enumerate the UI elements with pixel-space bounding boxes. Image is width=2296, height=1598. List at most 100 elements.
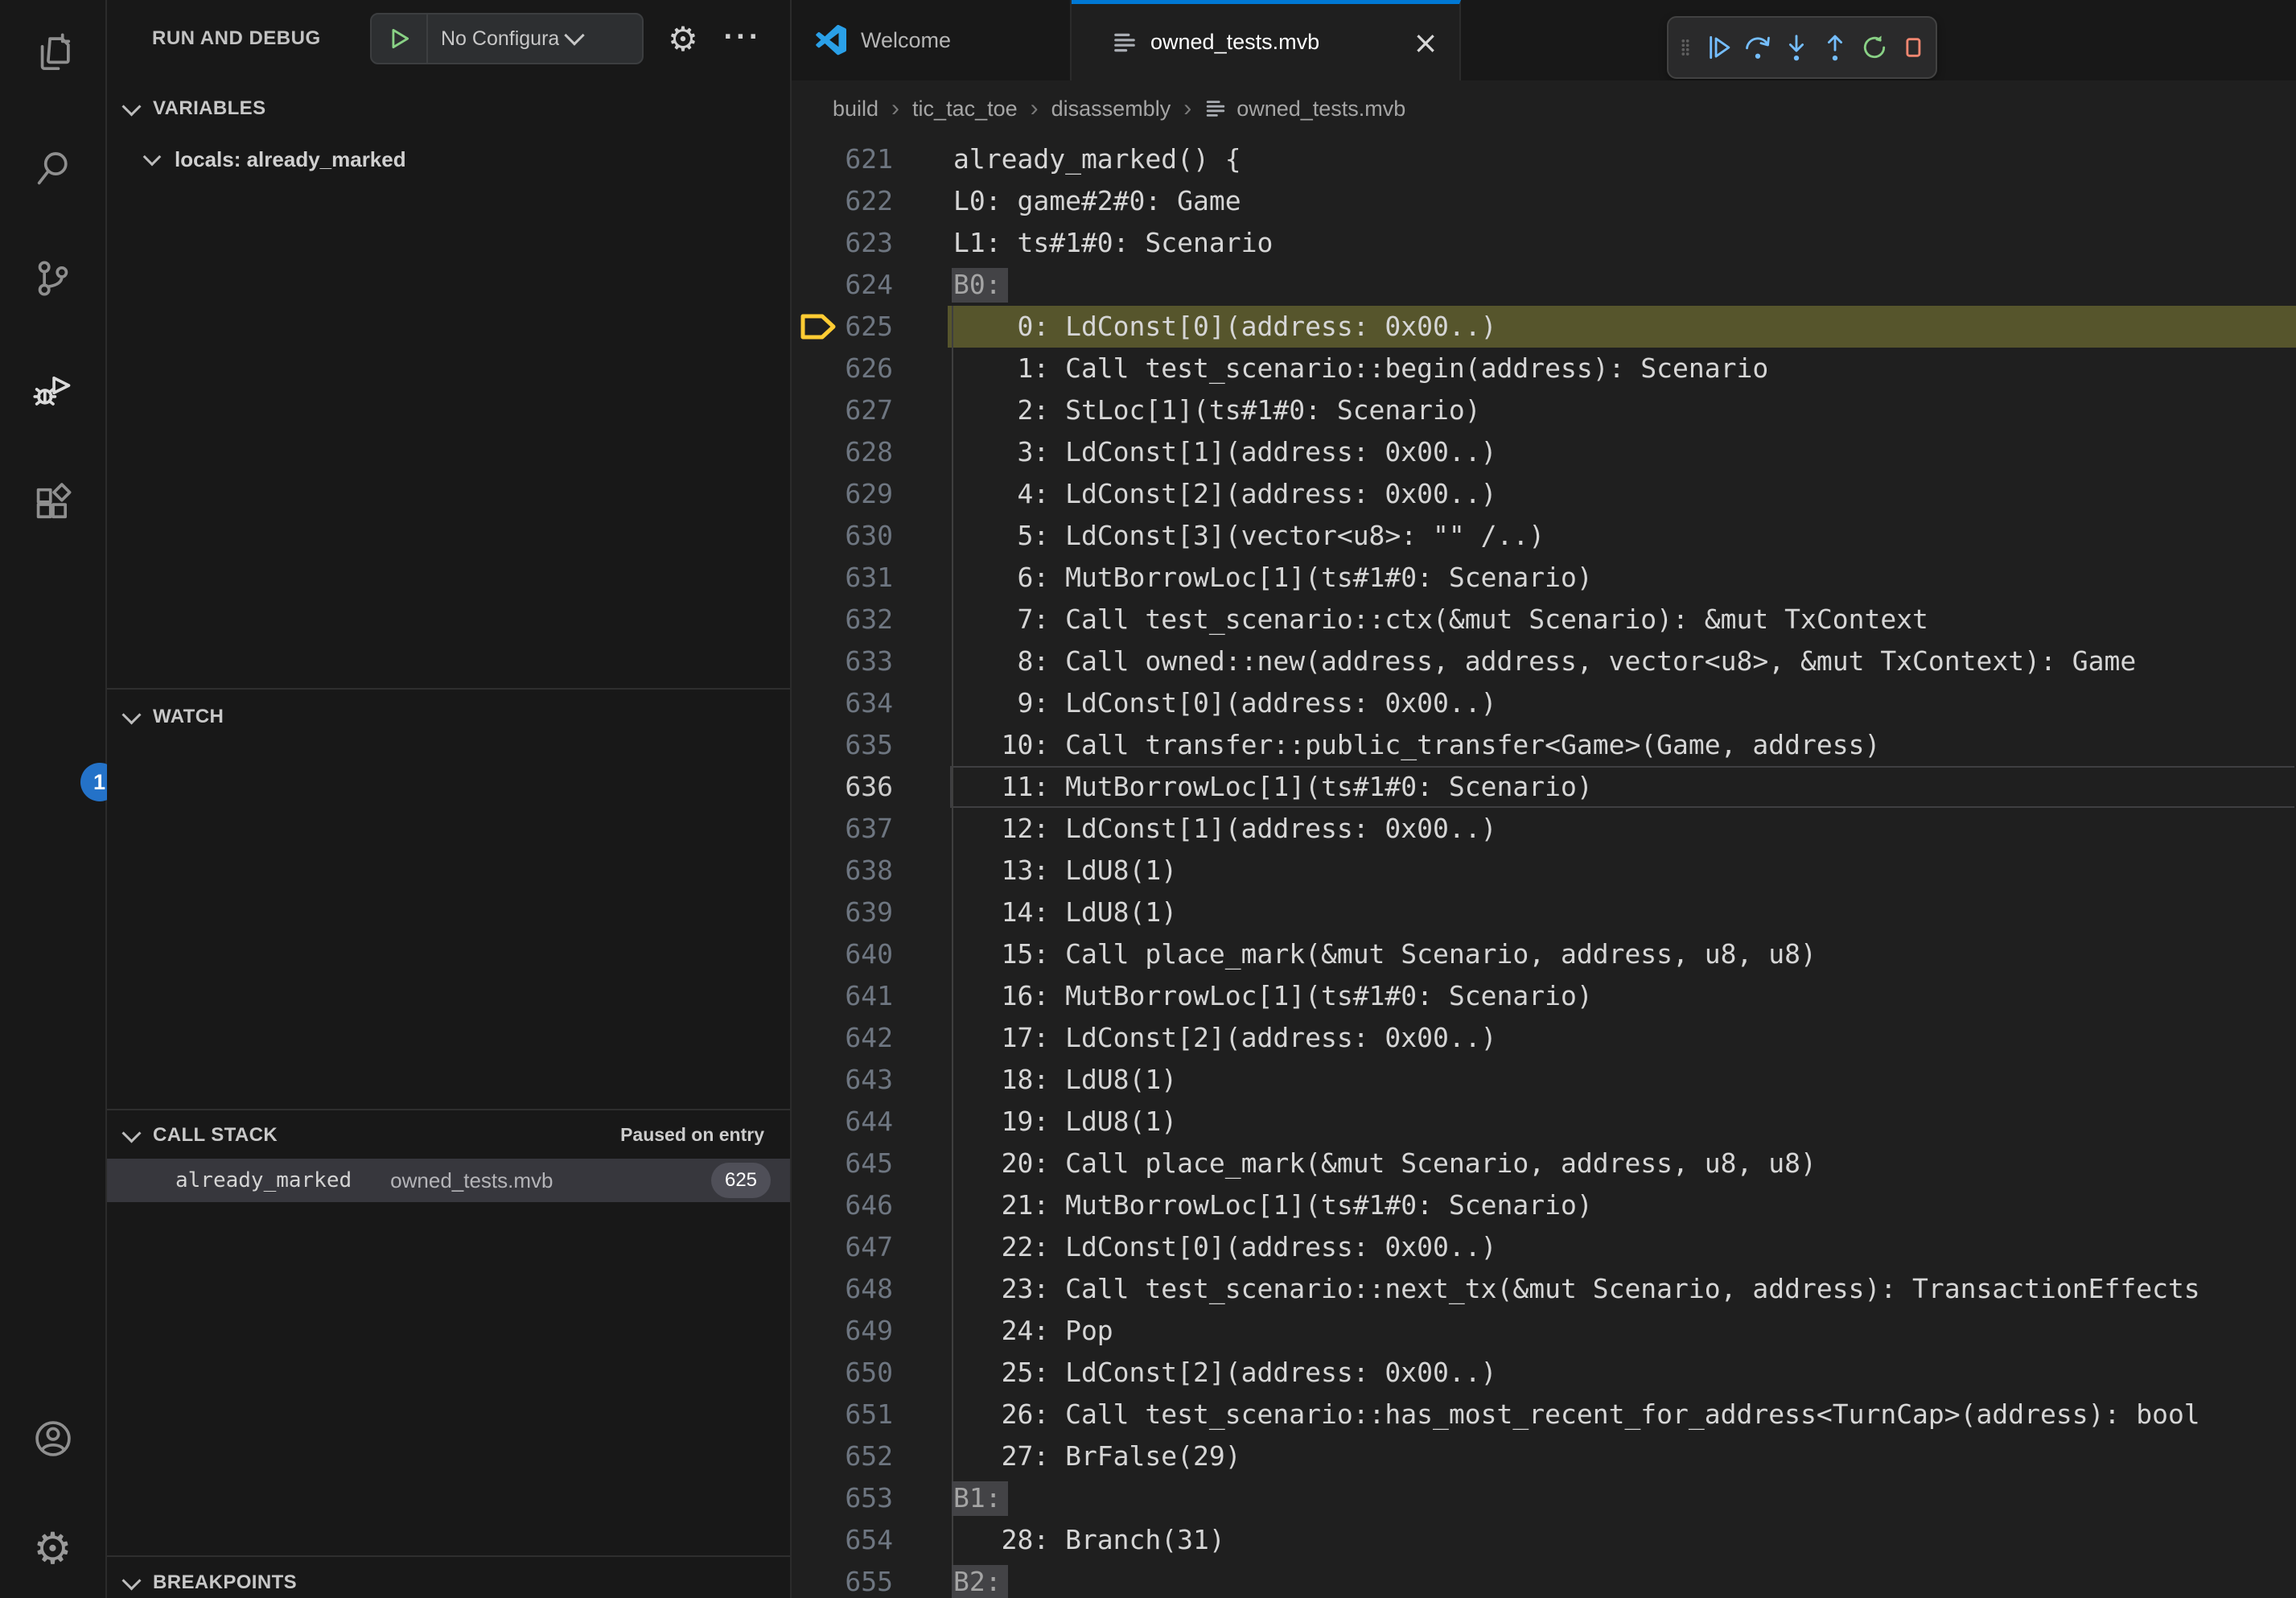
sidebar-header: RUN AND DEBUG No Configura ⚙ ··· xyxy=(107,0,790,77)
run-and-debug-icon[interactable]: 1 xyxy=(32,370,74,412)
code-text: 20: Call place_mark(&mut Scenario, addre… xyxy=(953,1143,1817,1184)
breadcrumb-separator: › xyxy=(1031,95,1039,122)
code-text: 15: Call place_mark(&mut Scenario, addre… xyxy=(953,933,1817,975)
chevron-down-icon xyxy=(143,148,162,167)
code-text: B0: xyxy=(953,264,1008,306)
line-number: 635 xyxy=(792,724,893,766)
debug-settings-gear-icon[interactable]: ⚙ xyxy=(659,0,707,77)
code-text: 26: Call test_scenario::has_most_recent_… xyxy=(953,1394,2200,1435)
more-actions-icon[interactable]: ··· xyxy=(718,0,767,74)
code-line-653[interactable]: 653B1: xyxy=(792,1477,2296,1519)
code-text: 23: Call test_scenario::next_tx(&mut Sce… xyxy=(953,1268,2200,1310)
source-control-icon[interactable] xyxy=(32,257,74,299)
debug-config-dropdown[interactable]: No Configura xyxy=(370,13,644,64)
code-line-648[interactable]: 648 23: Call test_scenario::next_tx(&mut… xyxy=(792,1268,2296,1310)
code-line-652[interactable]: 652 27: BrFalse(29) xyxy=(792,1435,2296,1477)
code-line-640[interactable]: 640 15: Call place_mark(&mut Scenario, a… xyxy=(792,933,2296,975)
code-line-633[interactable]: 633 8: Call owned::new(address, address,… xyxy=(792,640,2296,682)
accounts-icon[interactable] xyxy=(32,1418,74,1460)
section-divider xyxy=(107,688,790,690)
code-text: 7: Call test_scenario::ctx(&mut Scenario… xyxy=(953,599,1928,640)
start-debug-button[interactable] xyxy=(372,14,428,63)
line-number: 654 xyxy=(792,1519,893,1561)
breakpoints-section-header[interactable]: BREAKPOINTS xyxy=(107,1558,790,1598)
code-line-625[interactable]: 625 0: LdConst[0](address: 0x00..) xyxy=(792,306,2296,348)
stop-button[interactable] xyxy=(1897,30,1929,65)
restart-button[interactable] xyxy=(1858,30,1891,65)
explorer-icon[interactable] xyxy=(32,33,74,75)
code-text: 6: MutBorrowLoc[1](ts#1#0: Scenario) xyxy=(953,557,1593,599)
code-line-636[interactable]: 636 11: MutBorrowLoc[1](ts#1#0: Scenario… xyxy=(792,766,2296,808)
code-line-655[interactable]: 655B2: xyxy=(792,1561,2296,1598)
tab-owned-tests[interactable]: owned_tests.mvb × xyxy=(1072,0,1461,80)
extensions-icon[interactable] xyxy=(32,483,74,525)
close-icon[interactable]: × xyxy=(1413,27,1438,58)
breadcrumb-item[interactable]: tic_tac_toe xyxy=(912,97,1018,121)
step-into-button[interactable] xyxy=(1780,30,1813,65)
code-line-637[interactable]: 637 12: LdConst[1](address: 0x00..) xyxy=(792,808,2296,850)
code-line-647[interactable]: 647 22: LdConst[0](address: 0x00..) xyxy=(792,1226,2296,1268)
breadcrumb-separator: › xyxy=(1183,95,1191,122)
code-line-624[interactable]: 624B0: xyxy=(792,264,2296,306)
code-text: L1: ts#1#0: Scenario xyxy=(953,222,1273,264)
frame-file-name: owned_tests.mvb xyxy=(390,1168,553,1193)
code-text: 0: LdConst[0](address: 0x00..) xyxy=(953,306,1497,348)
code-text: 22: LdConst[0](address: 0x00..) xyxy=(953,1226,1497,1268)
tab-welcome[interactable]: Welcome xyxy=(792,0,1072,80)
step-over-button[interactable] xyxy=(1742,30,1774,65)
line-number: 644 xyxy=(792,1101,893,1143)
line-number: 627 xyxy=(792,389,893,431)
code-line-634[interactable]: 634 9: LdConst[0](address: 0x00..) xyxy=(792,682,2296,724)
code-line-643[interactable]: 643 18: LdU8(1) xyxy=(792,1059,2296,1101)
code-area[interactable]: 621already_marked() {622L0: game#2#0: Ga… xyxy=(792,137,2296,1598)
play-icon xyxy=(385,25,413,52)
code-text: 17: LdConst[2](address: 0x00..) xyxy=(953,1017,1497,1059)
code-line-623[interactable]: 623 L1: ts#1#0: Scenario xyxy=(792,222,2296,264)
code-line-642[interactable]: 642 17: LdConst[2](address: 0x00..) xyxy=(792,1017,2296,1059)
activity-bar: 1 ⚙ xyxy=(0,0,107,1598)
toolbar-gripper-icon[interactable] xyxy=(1675,30,1696,65)
continue-button[interactable] xyxy=(1703,30,1735,65)
code-line-645[interactable]: 645 20: Call place_mark(&mut Scenario, a… xyxy=(792,1143,2296,1184)
code-line-654[interactable]: 654 28: Branch(31) xyxy=(792,1519,2296,1561)
search-icon[interactable] xyxy=(32,147,74,189)
code-text: 2: StLoc[1](ts#1#0: Scenario) xyxy=(953,389,1481,431)
debug-toolbar xyxy=(1667,16,1937,79)
block-label: B0: xyxy=(952,268,1008,303)
line-number: 641 xyxy=(792,975,893,1017)
code-line-622[interactable]: 622L0: game#2#0: Game xyxy=(792,180,2296,222)
code-line-639[interactable]: 639 14: LdU8(1) xyxy=(792,892,2296,933)
breadcrumb-item[interactable]: build xyxy=(833,97,878,121)
code-line-635[interactable]: 635 10: Call transfer::public_transfer<G… xyxy=(792,724,2296,766)
code-line-621[interactable]: 621already_marked() { xyxy=(792,138,2296,180)
run-and-debug-sidebar: RUN AND DEBUG No Configura ⚙ ··· VARIABL… xyxy=(107,0,792,1598)
step-out-button[interactable] xyxy=(1819,30,1851,65)
code-line-646[interactable]: 646 21: MutBorrowLoc[1](ts#1#0: Scenario… xyxy=(792,1184,2296,1226)
code-line-649[interactable]: 649 24: Pop xyxy=(792,1310,2296,1352)
call-stack-frame-row[interactable]: already_marked owned_tests.mvb 625 xyxy=(107,1159,790,1202)
chevron-down-icon xyxy=(121,1123,141,1143)
code-line-626[interactable]: 626 1: Call test_scenario::begin(address… xyxy=(792,348,2296,389)
code-line-644[interactable]: 644 19: LdU8(1) xyxy=(792,1101,2296,1143)
code-text: 4: LdConst[2](address: 0x00..) xyxy=(953,473,1497,515)
code-line-628[interactable]: 628 3: LdConst[1](address: 0x00..) xyxy=(792,431,2296,473)
breadcrumb-item[interactable]: disassembly xyxy=(1051,97,1171,121)
code-line-638[interactable]: 638 13: LdU8(1) xyxy=(792,850,2296,892)
code-line-632[interactable]: 632 7: Call test_scenario::ctx(&mut Scen… xyxy=(792,599,2296,640)
code-line-630[interactable]: 630 5: LdConst[3](vector<u8>: "" /..) xyxy=(792,515,2296,557)
code-line-629[interactable]: 629 4: LdConst[2](address: 0x00..) xyxy=(792,473,2296,515)
variables-section-header[interactable]: VARIABLES xyxy=(107,84,790,134)
line-number: 652 xyxy=(792,1435,893,1477)
breadcrumb-item[interactable]: owned_tests.mvb xyxy=(1236,97,1405,121)
code-line-650[interactable]: 650 25: LdConst[2](address: 0x00..) xyxy=(792,1352,2296,1394)
code-line-651[interactable]: 651 26: Call test_scenario::has_most_rec… xyxy=(792,1394,2296,1435)
gear-glyph: ⚙ xyxy=(33,1523,72,1574)
code-line-631[interactable]: 631 6: MutBorrowLoc[1](ts#1#0: Scenario) xyxy=(792,557,2296,599)
locals-tree-item[interactable]: locals: already_marked xyxy=(107,138,790,180)
watch-section-header[interactable]: WATCH xyxy=(107,692,790,742)
code-line-627[interactable]: 627 2: StLoc[1](ts#1#0: Scenario) xyxy=(792,389,2296,431)
line-number: 634 xyxy=(792,682,893,724)
code-line-641[interactable]: 641 16: MutBorrowLoc[1](ts#1#0: Scenario… xyxy=(792,975,2296,1017)
line-number: 623 xyxy=(792,222,893,264)
manage-gear-icon[interactable]: ⚙ xyxy=(32,1527,74,1569)
